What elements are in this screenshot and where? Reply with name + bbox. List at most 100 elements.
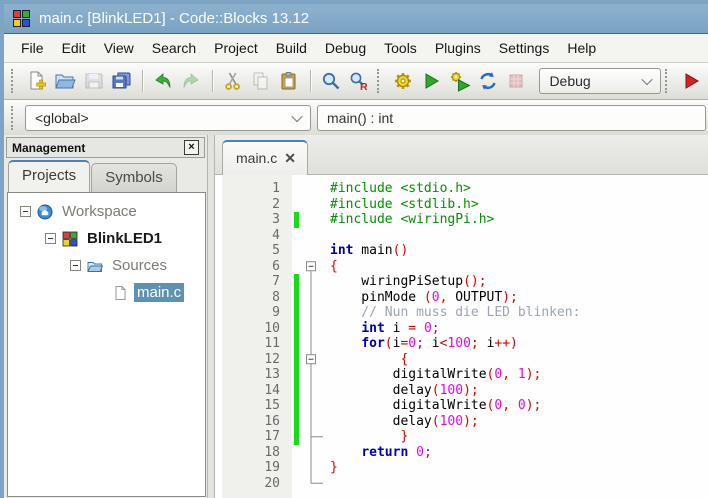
management-tabs: Projects Symbols <box>8 160 178 192</box>
menu-debug[interactable]: Debug <box>316 36 375 60</box>
new-file-button[interactable] <box>24 67 50 95</box>
file-icon <box>112 285 128 301</box>
line-number: 15 <box>264 398 280 414</box>
line-number: 9 <box>272 305 280 321</box>
project-icon <box>62 231 78 247</box>
abort-button <box>503 67 529 95</box>
cut-button[interactable] <box>220 67 246 95</box>
code-line-20: 20 <box>215 476 708 492</box>
menu-settings[interactable]: Settings <box>490 36 559 60</box>
scope-value: <global> <box>35 109 89 126</box>
tab-close-icon[interactable]: ✕ <box>284 151 296 165</box>
tree-item-workspace[interactable]: Workspace <box>8 198 205 225</box>
toolbar-grip[interactable] <box>377 69 382 93</box>
line-number: 18 <box>264 444 280 460</box>
menu-file[interactable]: File <box>12 36 53 60</box>
code-line-12: 12 { <box>215 351 708 367</box>
line-number: 4 <box>272 227 280 243</box>
toolbar-grip[interactable] <box>11 69 16 93</box>
code-text: for(i = 0; i <100; i ++) <box>361 336 518 352</box>
change-bar <box>294 367 299 383</box>
code-text: return 0; <box>361 444 432 460</box>
line-number: 17 <box>264 429 280 445</box>
function-select[interactable]: main() : int <box>317 104 706 131</box>
code-line-15: 15 digitalWrite(0, 0); <box>215 398 708 414</box>
menu-help[interactable]: Help <box>558 36 605 60</box>
code-completion-toolbar: <global> main() : int <box>4 100 708 136</box>
panel-splitter[interactable] <box>207 135 215 498</box>
undo-button[interactable] <box>150 67 176 95</box>
tree-item-label: Workspace <box>62 203 137 220</box>
chevron-down-icon <box>641 73 653 86</box>
open-file-button[interactable] <box>52 67 78 95</box>
codeblocks-logo-icon <box>13 10 30 27</box>
change-bar <box>294 197 299 213</box>
menu-edit[interactable]: Edit <box>53 36 95 60</box>
code-text: } <box>330 429 409 445</box>
code-line-17: 17 } <box>215 429 708 445</box>
find-button[interactable] <box>317 67 343 95</box>
tab-symbols[interactable]: Symbols <box>91 163 177 192</box>
paste-icon <box>278 70 300 92</box>
tree-item-sources[interactable]: Sources <box>8 252 205 279</box>
toolbar-grip[interactable] <box>11 105 16 130</box>
tab-projects[interactable]: Projects <box>8 160 91 192</box>
save-all-icon <box>111 70 133 92</box>
menu-build[interactable]: Build <box>267 36 316 60</box>
collapse-expander-icon[interactable] <box>70 260 81 271</box>
change-bar <box>294 212 299 228</box>
replace-icon <box>348 70 370 92</box>
tree-item-main-c[interactable]: main.c <box>8 279 205 306</box>
codeblocks-window: main.c [BlinkLED1] - Code::Blocks 13.12 … <box>0 0 708 498</box>
save-all-button[interactable] <box>109 67 135 95</box>
menu-search[interactable]: Search <box>143 36 205 60</box>
paste-button[interactable] <box>276 67 302 95</box>
folder-icon <box>87 258 103 274</box>
change-bar <box>294 351 299 367</box>
replace-button[interactable] <box>346 67 372 95</box>
toolbar-separator <box>309 70 311 92</box>
build-target-value: Debug <box>549 73 591 89</box>
management-panel: Management × Projects Symbols Workspace Bl… <box>4 135 207 498</box>
menu-project[interactable]: Project <box>205 36 267 60</box>
toolbar-separator <box>142 70 143 92</box>
save-button <box>80 67 106 95</box>
line-number: 8 <box>272 289 280 305</box>
find-icon <box>320 70 342 92</box>
redo-button <box>178 67 204 95</box>
tree-item-blinkled1[interactable]: BlinkLED1 <box>8 225 205 252</box>
code-line-7: 7 wiringPiSetup (); <box>215 274 708 290</box>
collapse-expander-icon[interactable] <box>45 233 56 244</box>
toolbar-separator <box>211 70 213 92</box>
menu-plugins[interactable]: Plugins <box>426 36 490 60</box>
code-line-6: 6{ <box>215 259 708 275</box>
menu-view[interactable]: View <box>95 36 143 60</box>
code-line-19: 19} <box>215 460 708 476</box>
tree-item-label: Sources <box>112 257 168 274</box>
code-line-11: 11 for(i = 0; i <100; i ++) <box>215 336 708 352</box>
code-editor[interactable]: 1 #include <stdio.h> 2 #include <stdlib.h> 3… <box>215 175 708 498</box>
code-text: digitalWrite(0, 1); <box>330 367 542 383</box>
run-button[interactable] <box>418 67 444 95</box>
code-line-13: 13 digitalWrite(0, 1); <box>215 367 708 383</box>
rebuild-button[interactable] <box>475 67 501 95</box>
management-title: Management <box>12 140 86 155</box>
code-line-18: 18 return 0; <box>215 445 708 461</box>
workspace-icon <box>37 204 53 220</box>
change-bar <box>294 398 299 414</box>
editor-tab-mainc[interactable]: main.c ✕ <box>222 140 308 175</box>
management-close-button[interactable]: × <box>184 140 199 155</box>
debug-continue-button[interactable] <box>678 67 704 95</box>
code-text: delay(100); <box>330 413 479 429</box>
scope-select[interactable]: <global> <box>25 104 311 131</box>
projects-tree: Workspace BlinkLED1 Sources main.c <box>7 192 206 497</box>
change-bar <box>294 429 299 445</box>
build-button[interactable] <box>390 67 416 95</box>
collapse-expander-icon[interactable] <box>20 206 31 217</box>
toolbar-grip[interactable] <box>664 69 670 93</box>
build-target-select[interactable]: Debug <box>539 68 661 94</box>
menu-tools[interactable]: Tools <box>375 36 426 60</box>
build-run-button[interactable] <box>447 67 473 95</box>
code-text: digitalWrite(0, 0); <box>330 398 542 414</box>
code-line-10: 10 int i = 0; <box>215 320 708 336</box>
